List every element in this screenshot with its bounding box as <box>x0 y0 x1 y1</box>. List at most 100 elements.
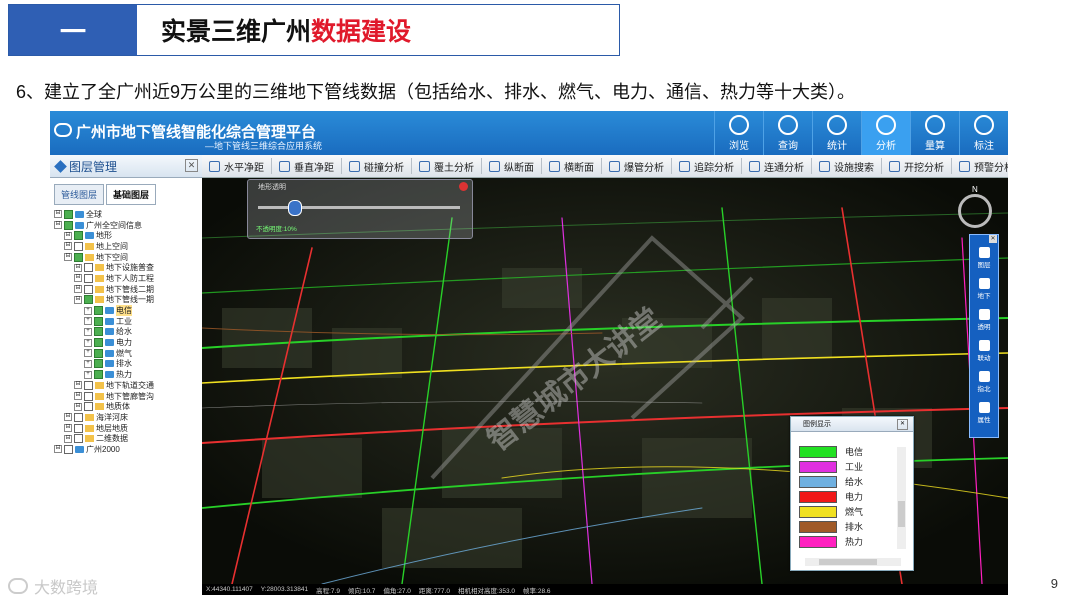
layer-tree-item[interactable]: ⊟ 地下管廊管沟 <box>50 391 202 402</box>
close-icon[interactable] <box>459 182 468 191</box>
tab-pipeline-layers[interactable]: 管线图层 <box>54 184 105 205</box>
toolbar-button-11[interactable]: 预警分析 <box>952 158 1008 174</box>
top-tool-0[interactable]: 浏览 <box>714 111 763 155</box>
top-tool-2[interactable]: 统计 <box>812 111 861 155</box>
expand-icon[interactable]: ⊟ <box>54 210 62 219</box>
toolbar-button-2[interactable]: 碰撞分析 <box>342 158 412 174</box>
layer-checkbox[interactable] <box>74 434 83 444</box>
layer-checkbox[interactable] <box>84 284 93 294</box>
expand-icon[interactable]: ⊟ <box>74 285 82 294</box>
top-tool-1[interactable]: 查询 <box>763 111 812 155</box>
expand-icon[interactable]: ⊟ <box>64 434 72 443</box>
layer-checkbox[interactable] <box>84 295 93 305</box>
expand-icon[interactable]: ⊟ <box>54 221 62 230</box>
expand-icon[interactable]: + <box>84 306 92 315</box>
layer-tree-item[interactable]: ⊟ 地形 <box>50 230 202 241</box>
layer-tree-item[interactable]: ⊟ 地下管线一期 <box>50 295 202 306</box>
layer-checkbox[interactable] <box>74 231 83 241</box>
layer-tree-item[interactable]: + 给水 <box>50 327 202 338</box>
layer-checkbox[interactable] <box>74 241 83 251</box>
expand-icon[interactable]: ⊟ <box>64 413 72 422</box>
layer-checkbox[interactable] <box>64 220 73 230</box>
layer-checkbox[interactable] <box>74 423 83 433</box>
right-tool-4[interactable]: 指北 <box>970 371 998 397</box>
layer-checkbox[interactable] <box>94 370 103 380</box>
layer-checkbox[interactable] <box>74 252 83 262</box>
layer-tree-item[interactable]: + 电力 <box>50 337 202 348</box>
layer-tree-item[interactable]: ⊟ 地下轨道交通 <box>50 380 202 391</box>
expand-icon[interactable]: ⊟ <box>74 381 82 390</box>
toolbar-button-9[interactable]: 设施搜索 <box>812 158 882 174</box>
legend-scrollbar[interactable] <box>897 447 906 549</box>
expand-icon[interactable]: + <box>84 349 92 358</box>
toolbar-button-4[interactable]: 纵断面 <box>482 158 542 174</box>
toolbar-button-3[interactable]: 覆土分析 <box>412 158 482 174</box>
layer-checkbox[interactable] <box>94 359 103 369</box>
layer-checkbox[interactable] <box>84 263 93 273</box>
expand-icon[interactable]: + <box>84 370 92 379</box>
expand-icon[interactable]: ⊟ <box>74 402 82 411</box>
layer-tree-item[interactable]: ⊟ 地层地质 <box>50 423 202 434</box>
toolbar-button-5[interactable]: 横断面 <box>542 158 602 174</box>
layer-tree-item[interactable]: ⊟ 海洋河床 <box>50 412 202 423</box>
layer-tree-item[interactable]: + 电信 <box>50 305 202 317</box>
expand-icon[interactable]: ⊟ <box>64 231 72 240</box>
layer-checkbox[interactable] <box>94 327 103 337</box>
right-tool-3[interactable]: 联动 <box>970 340 998 366</box>
right-tool-0[interactable]: 图层 <box>970 247 998 273</box>
toolbar-button-1[interactable]: 垂直净距 <box>272 158 342 174</box>
layer-checkbox[interactable] <box>94 316 103 326</box>
layer-checkbox[interactable] <box>84 380 93 390</box>
close-icon[interactable]: ✕ <box>897 419 908 430</box>
layer-checkbox[interactable] <box>84 391 93 401</box>
top-tool-3[interactable]: 分析 <box>861 111 910 155</box>
layer-checkbox[interactable] <box>64 444 73 454</box>
layer-tree-item[interactable]: + 工业 <box>50 316 202 327</box>
expand-icon[interactable]: + <box>84 359 92 368</box>
layer-tree-item[interactable]: ⊟ 地下设施普查 <box>50 262 202 273</box>
expand-icon[interactable]: + <box>84 327 92 336</box>
layer-checkbox[interactable] <box>94 338 103 348</box>
layer-tree-item[interactable]: ⊟ 全球 <box>50 209 202 220</box>
toolbar-button-0[interactable]: 水平净距 <box>202 158 272 174</box>
expand-icon[interactable]: ⊟ <box>74 274 82 283</box>
legend-horizontal-scrollbar[interactable] <box>805 558 901 566</box>
transparency-slider-handle[interactable] <box>288 200 303 216</box>
layer-tree-item[interactable]: + 排水 <box>50 359 202 370</box>
toolbar-button-10[interactable]: 开挖分析 <box>882 158 952 174</box>
expand-icon[interactable]: + <box>84 338 92 347</box>
layer-checkbox[interactable] <box>94 348 103 358</box>
layer-tree-item[interactable]: + 热力 <box>50 369 202 380</box>
toolbar-button-8[interactable]: 连通分析 <box>742 158 812 174</box>
layer-checkbox[interactable] <box>94 306 103 316</box>
expand-icon[interactable]: ⊟ <box>64 242 72 251</box>
layer-tree-item[interactable]: ⊟ 地下人防工程 <box>50 273 202 284</box>
expand-icon[interactable]: ⊟ <box>74 392 82 401</box>
layer-checkbox[interactable] <box>64 209 73 219</box>
layer-checkbox[interactable] <box>84 273 93 283</box>
expand-icon[interactable]: ⊟ <box>64 424 72 433</box>
layer-tree-item[interactable]: ⊟ 地上空间 <box>50 241 202 252</box>
toolbar-button-7[interactable]: 追踪分析 <box>672 158 742 174</box>
layer-tree-item[interactable]: ⊟ 二维数据 <box>50 433 202 444</box>
expand-icon[interactable]: + <box>84 317 92 326</box>
compass-icon[interactable]: N <box>958 185 992 228</box>
right-tool-1[interactable]: 地下 <box>970 278 998 304</box>
layer-tree-item[interactable]: ⊟ 广州全空间信息 <box>50 220 202 231</box>
expand-icon[interactable]: ⊟ <box>64 253 72 262</box>
right-tool-5[interactable]: 属性 <box>970 402 998 428</box>
top-tool-5[interactable]: 标注 <box>959 111 1008 155</box>
layer-checkbox[interactable] <box>74 412 83 422</box>
tab-base-layers[interactable]: 基础图层 <box>106 184 157 205</box>
layer-tree-item[interactable]: ⊟ 地下空间 <box>50 252 202 263</box>
layer-tree-item[interactable]: ⊟ 广州2000 <box>50 444 202 455</box>
close-icon[interactable]: ✕ <box>185 159 198 172</box>
right-tool-2[interactable]: 透明 <box>970 309 998 335</box>
expand-icon[interactable]: ⊟ <box>54 445 62 454</box>
close-icon[interactable]: ✕ <box>989 235 997 243</box>
expand-icon[interactable]: ⊟ <box>74 295 82 304</box>
top-tool-4[interactable]: 量算 <box>910 111 959 155</box>
expand-icon[interactable]: ⊟ <box>74 263 82 272</box>
layer-tree-item[interactable]: + 燃气 <box>50 348 202 359</box>
layer-checkbox[interactable] <box>84 402 93 412</box>
